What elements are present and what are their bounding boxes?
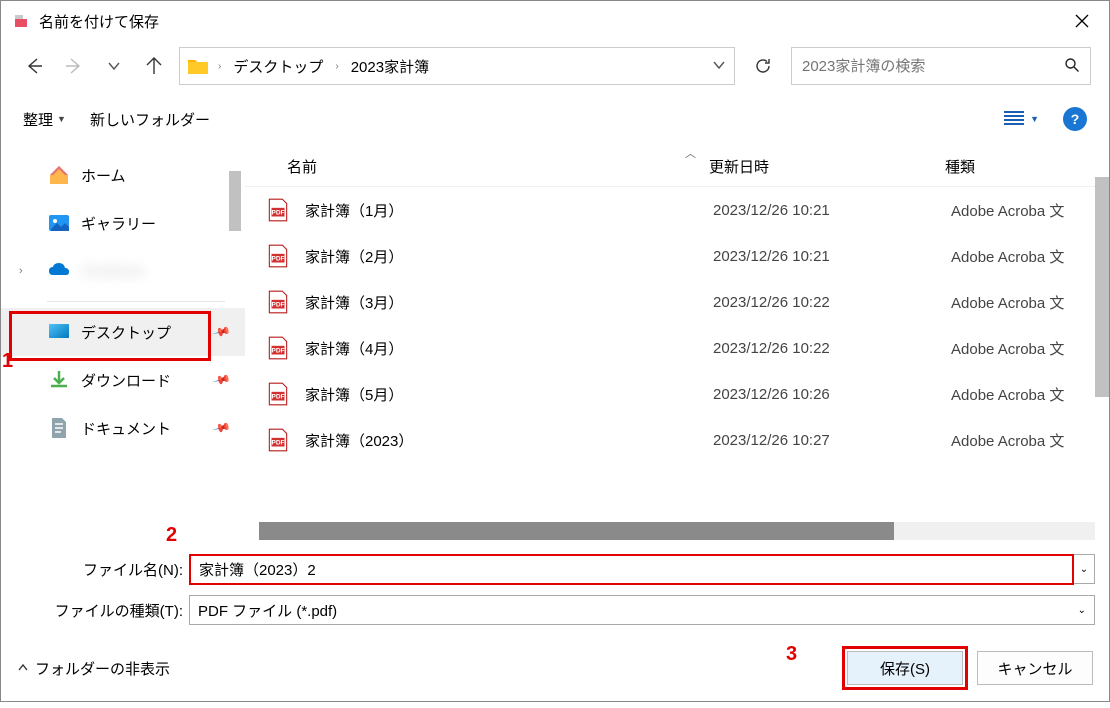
- search-input[interactable]: [802, 58, 1064, 75]
- sidebar-divider: [47, 301, 225, 302]
- chevron-right-icon: ›: [214, 61, 225, 72]
- desktop-icon: [47, 320, 71, 344]
- filename-dropdown[interactable]: ⌄: [1074, 554, 1095, 584]
- help-button[interactable]: ?: [1063, 107, 1087, 131]
- close-button[interactable]: [1059, 5, 1105, 37]
- file-list: ︿ 名前 更新日時 種類 PDF 家計簿（1月） 2023/12/26 10:2…: [245, 147, 1109, 540]
- svg-text:PDF: PDF: [272, 347, 285, 354]
- breadcrumb-item[interactable]: デスクトップ: [231, 56, 325, 77]
- filename-input[interactable]: [189, 554, 1074, 585]
- sidebar: ホーム ギャラリー › OneDrive デスクトップ 📌 ダウンロード 📌: [1, 147, 245, 540]
- up-button[interactable]: [139, 51, 169, 81]
- sidebar-item-downloads[interactable]: ダウンロード 📌: [1, 356, 245, 404]
- chevron-up-icon: [17, 662, 29, 674]
- bottom-bar: フォルダーの非表示 保存(S) キャンセル: [1, 635, 1109, 701]
- annotation-number: 2: [166, 524, 177, 547]
- pdf-icon: PDF: [265, 335, 291, 361]
- svg-text:PDF: PDF: [272, 209, 285, 216]
- svg-text:PDF: PDF: [272, 255, 285, 262]
- documents-icon: [47, 416, 71, 440]
- toolbar: 整理 ▼ 新しいフォルダー ▼ ?: [1, 91, 1109, 147]
- recent-dropdown[interactable]: [99, 51, 129, 81]
- dialog-title: 名前を付けて保存: [39, 11, 1059, 32]
- close-icon: [1075, 14, 1089, 28]
- dropdown-triangle-icon: ▼: [1030, 114, 1039, 124]
- annotation-number: 1: [2, 350, 13, 373]
- folder-visibility-toggle[interactable]: フォルダーの非表示: [17, 658, 170, 679]
- chevron-down-icon: [712, 58, 726, 72]
- filename-label: ファイル名(N):: [15, 559, 189, 580]
- view-mode-button[interactable]: ▼: [1004, 111, 1039, 127]
- navigation-bar: › デスクトップ › 2023家計簿: [1, 41, 1109, 91]
- pdf-icon: PDF: [265, 289, 291, 315]
- list-view-icon: [1004, 111, 1024, 127]
- svg-text:PDF: PDF: [272, 301, 285, 308]
- pdf-icon: PDF: [265, 243, 291, 269]
- breadcrumb-item[interactable]: 2023家計簿: [349, 56, 431, 77]
- folder-icon: [188, 58, 208, 74]
- file-row[interactable]: PDF 家計簿（1月） 2023/12/26 10:21 Adobe Acrob…: [245, 187, 1109, 233]
- file-row[interactable]: PDF 家計簿（2月） 2023/12/26 10:21 Adobe Acrob…: [245, 233, 1109, 279]
- breadcrumb[interactable]: › デスクトップ › 2023家計簿: [179, 47, 735, 85]
- app-icon: [11, 11, 31, 31]
- sidebar-item-desktop[interactable]: デスクトップ 📌: [1, 308, 245, 356]
- breadcrumb-dropdown[interactable]: [712, 58, 726, 75]
- file-row[interactable]: PDF 家計簿（5月） 2023/12/26 10:26 Adobe Acrob…: [245, 371, 1109, 417]
- chevron-down-icon: [107, 59, 121, 73]
- new-folder-button[interactable]: 新しいフォルダー: [90, 109, 210, 130]
- svg-text:PDF: PDF: [272, 393, 285, 400]
- column-header-type[interactable]: 種類: [945, 156, 975, 177]
- arrow-up-icon: [145, 57, 163, 75]
- file-row[interactable]: PDF 家計簿（3月） 2023/12/26 10:22 Adobe Acrob…: [245, 279, 1109, 325]
- sidebar-item-documents[interactable]: ドキュメント 📌: [1, 404, 245, 452]
- sidebar-item-onedrive[interactable]: › OneDrive: [1, 247, 245, 295]
- pdf-icon: PDF: [265, 381, 291, 407]
- cancel-button[interactable]: キャンセル: [977, 651, 1093, 685]
- filetype-label: ファイルの種類(T):: [15, 600, 189, 621]
- save-form: ファイル名(N): ⌄ ファイルの種類(T): PDF ファイル (*.pdf)…: [1, 540, 1109, 635]
- organize-menu[interactable]: 整理 ▼: [23, 109, 66, 130]
- search-box[interactable]: [791, 47, 1091, 85]
- gallery-icon: [47, 211, 71, 235]
- filetype-select[interactable]: PDF ファイル (*.pdf) ⌄: [189, 595, 1095, 625]
- downloads-icon: [47, 368, 71, 392]
- titlebar: 名前を付けて保存: [1, 1, 1109, 41]
- back-button[interactable]: [19, 51, 49, 81]
- horizontal-scrollbar[interactable]: [245, 522, 1109, 540]
- save-as-dialog: 名前を付けて保存 › デスクトップ › 2023家計簿: [0, 0, 1110, 702]
- search-icon[interactable]: [1064, 57, 1080, 76]
- refresh-icon: [754, 57, 772, 75]
- vertical-scrollbar[interactable]: [1095, 171, 1109, 520]
- pdf-icon: PDF: [265, 197, 291, 223]
- main-area: ホーム ギャラリー › OneDrive デスクトップ 📌 ダウンロード 📌: [1, 147, 1109, 540]
- forward-button[interactable]: [59, 51, 89, 81]
- sort-indicator-icon: ︿: [685, 145, 696, 161]
- svg-text:PDF: PDF: [272, 439, 285, 446]
- pin-icon[interactable]: 📌: [212, 370, 232, 390]
- file-row[interactable]: PDF 家計簿（2023） 2023/12/26 10:27 Adobe Acr…: [245, 417, 1109, 463]
- annotation-number: 3: [786, 643, 797, 666]
- pin-icon[interactable]: 📌: [212, 418, 232, 438]
- arrow-right-icon: [65, 57, 83, 75]
- column-header-name[interactable]: 名前: [287, 156, 709, 177]
- arrow-left-icon: [25, 57, 43, 75]
- column-header-date[interactable]: 更新日時: [709, 156, 945, 177]
- home-icon: [47, 163, 71, 187]
- sidebar-scrollbar[interactable]: [229, 171, 241, 231]
- pin-icon[interactable]: 📌: [212, 322, 232, 342]
- expand-chevron-icon[interactable]: ›: [19, 265, 47, 277]
- save-button[interactable]: 保存(S): [847, 651, 963, 685]
- chevron-right-icon: ›: [331, 61, 342, 72]
- sidebar-item-gallery[interactable]: ギャラリー: [1, 199, 245, 247]
- file-list-body: PDF 家計簿（1月） 2023/12/26 10:21 Adobe Acrob…: [245, 187, 1109, 522]
- onedrive-icon: [47, 259, 71, 283]
- refresh-button[interactable]: [745, 47, 781, 85]
- dropdown-triangle-icon: ▼: [57, 114, 66, 124]
- pdf-icon: PDF: [265, 427, 291, 453]
- file-row[interactable]: PDF 家計簿（4月） 2023/12/26 10:22 Adobe Acrob…: [245, 325, 1109, 371]
- file-list-header: ︿ 名前 更新日時 種類: [245, 147, 1109, 187]
- sidebar-item-home[interactable]: ホーム: [1, 151, 245, 199]
- chevron-down-icon: ⌄: [1078, 605, 1086, 616]
